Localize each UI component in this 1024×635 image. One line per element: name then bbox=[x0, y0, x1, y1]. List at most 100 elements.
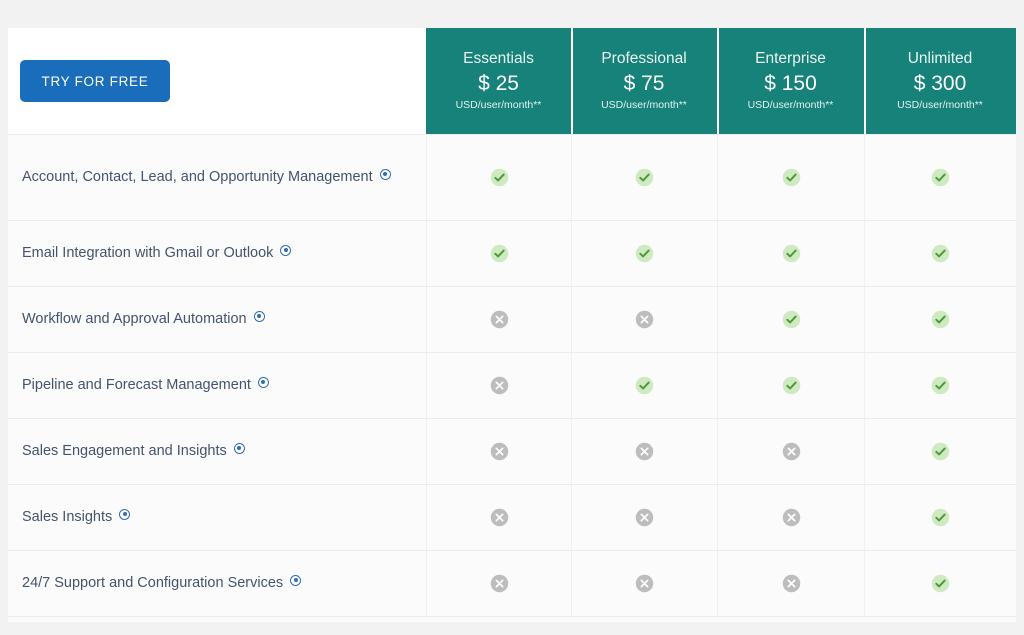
availability-cell-unlimited bbox=[864, 286, 1016, 352]
feature-label-cell: Account, Contact, Lead, and Opportunity … bbox=[8, 134, 426, 220]
cross-icon bbox=[635, 508, 654, 527]
plan-price-unit: USD/user/month** bbox=[747, 99, 834, 112]
cross-icon bbox=[490, 310, 508, 329]
feature-label-cell: Email Integration with Gmail or Outlook bbox=[8, 220, 426, 286]
availability-cell-enterprise bbox=[717, 418, 864, 484]
plan-header-unlimited[interactable]: Unlimited $ 300 USD/user/month** bbox=[864, 28, 1016, 134]
info-icon[interactable] bbox=[119, 508, 131, 520]
availability-cell-essentials bbox=[426, 352, 571, 418]
feature-row: Email Integration with Gmail or Outlook bbox=[8, 220, 1016, 286]
availability-cell-unlimited bbox=[864, 418, 1016, 484]
feature-label: Pipeline and Forecast Management bbox=[22, 376, 251, 393]
availability-cell-essentials bbox=[426, 484, 571, 550]
check-icon bbox=[931, 442, 950, 461]
availability-cell-essentials bbox=[426, 286, 571, 352]
info-icon[interactable] bbox=[290, 574, 302, 586]
check-icon bbox=[931, 508, 950, 527]
feature-label: Sales Insights bbox=[22, 508, 113, 525]
plan-price-unit: USD/user/month** bbox=[897, 99, 983, 112]
check-icon bbox=[635, 168, 654, 187]
plan-name: Professional bbox=[601, 50, 687, 68]
availability-cell-enterprise bbox=[717, 286, 864, 352]
plan-header-essentials[interactable]: Essentials $ 25 USD/user/month** bbox=[426, 28, 571, 134]
availability-cell-essentials bbox=[426, 220, 571, 286]
check-icon bbox=[782, 310, 800, 329]
check-icon bbox=[782, 244, 800, 263]
check-icon bbox=[635, 376, 654, 395]
check-icon bbox=[931, 168, 950, 187]
cross-icon bbox=[635, 310, 654, 329]
check-icon bbox=[635, 244, 654, 263]
feature-row: Pipeline and Forecast Management bbox=[8, 352, 1016, 418]
feature-label-cell: Sales Engagement and Insights bbox=[8, 418, 426, 484]
plan-price: $ 25 bbox=[478, 71, 519, 95]
feature-label: Workflow and Approval Automation bbox=[22, 310, 247, 327]
plan-price-unit: USD/user/month** bbox=[601, 99, 687, 112]
availability-cell-essentials bbox=[426, 550, 571, 616]
feature-row: Sales Insights bbox=[8, 484, 1016, 550]
check-icon bbox=[490, 168, 508, 187]
check-icon bbox=[782, 376, 800, 395]
feature-label: 24/7 Support and Configuration Services bbox=[22, 574, 284, 591]
availability-cell-enterprise bbox=[717, 134, 864, 220]
cross-icon bbox=[490, 574, 508, 593]
pricing-comparison-card: TRY FOR FREE Essentials $ 25 USD/user/mont… bbox=[8, 28, 1016, 622]
cross-icon bbox=[490, 508, 508, 527]
availability-cell-professional bbox=[571, 352, 717, 418]
plan-header-professional[interactable]: Professional $ 75 USD/user/month** bbox=[571, 28, 717, 134]
plan-price-unit: USD/user/month** bbox=[455, 99, 542, 112]
check-icon bbox=[490, 244, 508, 263]
info-icon[interactable] bbox=[253, 310, 265, 322]
info-icon[interactable] bbox=[379, 168, 391, 180]
feature-row: 24/7 Support and Configuration Services bbox=[8, 550, 1016, 616]
availability-cell-unlimited bbox=[864, 550, 1016, 616]
availability-cell-professional bbox=[571, 134, 717, 220]
feature-label: Account, Contact, Lead, and Opportunity … bbox=[22, 168, 373, 185]
feature-row: Account, Contact, Lead, and Opportunity … bbox=[8, 134, 1016, 220]
cross-icon bbox=[782, 574, 800, 593]
pricing-header-row: TRY FOR FREE Essentials $ 25 USD/user/mont… bbox=[8, 28, 1016, 134]
plan-name: Essentials bbox=[463, 50, 534, 68]
availability-cell-unlimited bbox=[864, 220, 1016, 286]
cross-icon bbox=[490, 376, 508, 395]
availability-cell-enterprise bbox=[717, 550, 864, 616]
availability-cell-unlimited bbox=[864, 352, 1016, 418]
plan-name: Enterprise bbox=[755, 50, 826, 68]
check-icon bbox=[782, 168, 800, 187]
cross-icon bbox=[635, 574, 654, 593]
availability-cell-professional bbox=[571, 484, 717, 550]
availability-cell-professional bbox=[571, 286, 717, 352]
try-for-free-button[interactable]: TRY FOR FREE bbox=[20, 60, 170, 102]
plan-price: $ 150 bbox=[764, 71, 817, 95]
feature-label-cell: Pipeline and Forecast Management bbox=[8, 352, 426, 418]
info-icon[interactable] bbox=[257, 376, 269, 388]
availability-cell-professional bbox=[571, 550, 717, 616]
availability-cell-professional bbox=[571, 220, 717, 286]
plan-header-enterprise[interactable]: Enterprise $ 150 USD/user/month** bbox=[717, 28, 864, 134]
cross-icon bbox=[490, 442, 508, 461]
feature-row: Workflow and Approval Automation bbox=[8, 286, 1016, 352]
plan-name: Unlimited bbox=[907, 50, 973, 68]
cross-icon bbox=[635, 442, 654, 461]
check-icon bbox=[931, 376, 950, 395]
availability-cell-enterprise bbox=[717, 220, 864, 286]
card-bottom-filler bbox=[8, 616, 1016, 622]
feature-label-cell: 24/7 Support and Configuration Services bbox=[8, 550, 426, 616]
feature-label: Sales Engagement and Insights bbox=[22, 442, 227, 459]
feature-rows: Account, Contact, Lead, and Opportunity … bbox=[8, 134, 1016, 616]
feature-label-cell: Workflow and Approval Automation bbox=[8, 286, 426, 352]
availability-cell-enterprise bbox=[717, 352, 864, 418]
cross-icon bbox=[782, 508, 800, 527]
plan-price: $ 300 bbox=[913, 71, 967, 95]
availability-cell-professional bbox=[571, 418, 717, 484]
availability-cell-essentials bbox=[426, 134, 571, 220]
header-cta-cell: TRY FOR FREE bbox=[8, 28, 426, 134]
feature-label-cell: Sales Insights bbox=[8, 484, 426, 550]
feature-row: Sales Engagement and Insights bbox=[8, 418, 1016, 484]
info-icon[interactable] bbox=[233, 442, 245, 454]
availability-cell-essentials bbox=[426, 418, 571, 484]
cross-icon bbox=[782, 442, 800, 461]
plan-price: $ 75 bbox=[623, 71, 665, 95]
info-icon[interactable] bbox=[280, 244, 292, 256]
availability-cell-unlimited bbox=[864, 134, 1016, 220]
